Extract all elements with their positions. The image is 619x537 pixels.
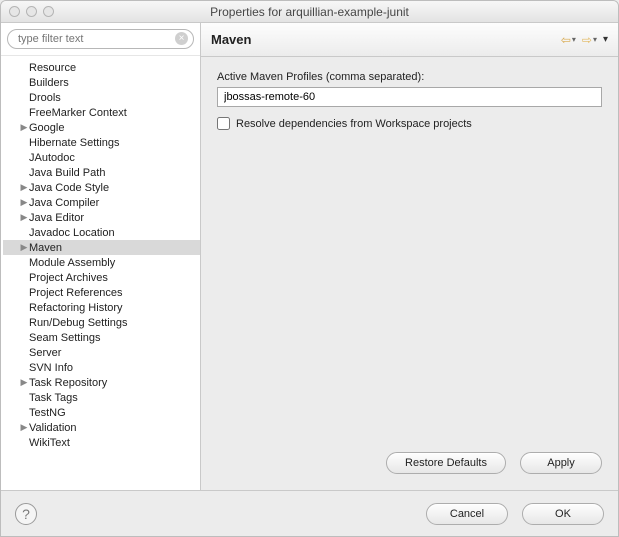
titlebar: Properties for arquillian-example-junit (1, 1, 618, 23)
disclosure-triangle-icon[interactable]: ▶ (19, 422, 29, 433)
tree-item[interactable]: Run/Debug Settings (3, 315, 200, 330)
tree-item-label: Task Repository (29, 377, 107, 389)
window-title: Properties for arquillian-example-junit (1, 5, 618, 19)
tree-item[interactable]: Module Assembly (3, 255, 200, 270)
tree-item-label: Resource (29, 62, 76, 74)
tree-item[interactable]: Project References (3, 285, 200, 300)
tree-item-label: Validation (29, 422, 77, 434)
apply-button[interactable]: Apply (520, 452, 602, 474)
tree-item[interactable]: ▶Task Repository (3, 375, 200, 390)
tree-item[interactable]: ▶Java Code Style (3, 180, 200, 195)
disclosure-triangle-icon[interactable]: ▶ (19, 182, 29, 193)
tree-item[interactable]: Seam Settings (3, 330, 200, 345)
properties-dialog: Properties for arquillian-example-junit … (0, 0, 619, 537)
tree-item-label: JAutodoc (29, 152, 75, 164)
disclosure-triangle-icon[interactable]: ▶ (19, 122, 29, 133)
tree-item[interactable]: ▶Java Editor (3, 210, 200, 225)
view-menu-icon[interactable]: ▾ (603, 34, 608, 45)
tree-item-label: Hibernate Settings (29, 137, 120, 149)
restore-defaults-button[interactable]: Restore Defaults (386, 452, 506, 474)
tree-item-label: Maven (29, 242, 62, 254)
tree-item[interactable]: WikiText (3, 435, 200, 450)
tree-item[interactable]: FreeMarker Context (3, 105, 200, 120)
main-header: Maven ⇦▾ ⇨▾ ▾ (201, 23, 618, 57)
tree-item[interactable]: Resource (3, 60, 200, 75)
tree-item[interactable]: Javadoc Location (3, 225, 200, 240)
forward-icon[interactable]: ⇨▾ (582, 33, 597, 47)
tree-item-label: Project Archives (29, 272, 108, 284)
tree-item[interactable]: Refactoring History (3, 300, 200, 315)
tree-item-label: FreeMarker Context (29, 107, 127, 119)
ok-button[interactable]: OK (522, 503, 604, 525)
tree-item-label: Server (29, 347, 61, 359)
clear-filter-icon[interactable]: × (175, 32, 188, 45)
tree-item[interactable]: JAutodoc (3, 150, 200, 165)
tree-item[interactable]: Hibernate Settings (3, 135, 200, 150)
footer: ? Cancel OK (1, 490, 618, 536)
tree-item[interactable]: TestNG (3, 405, 200, 420)
tree-item-label: Project References (29, 287, 123, 299)
sidebar: × Resource Builders Drools FreeMarker Conte… (1, 23, 201, 490)
profiles-input[interactable] (217, 87, 602, 107)
tree-item-label: Google (29, 122, 64, 134)
tree-item-label: Refactoring History (29, 302, 123, 314)
tree-item[interactable]: Task Tags (3, 390, 200, 405)
filter-input[interactable] (7, 29, 194, 49)
cancel-button[interactable]: Cancel (426, 503, 508, 525)
tree-item-label: Java Build Path (29, 167, 105, 179)
tree-item[interactable]: SVN Info (3, 360, 200, 375)
help-icon[interactable]: ? (15, 503, 37, 525)
tree-item-label: TestNG (29, 407, 66, 419)
tree-item[interactable]: ▶Google (3, 120, 200, 135)
resolve-workspace-row[interactable]: Resolve dependencies from Workspace proj… (217, 117, 602, 130)
tree-item-label: Drools (29, 92, 61, 104)
tree-item[interactable]: Server (3, 345, 200, 360)
main-panel: Maven ⇦▾ ⇨▾ ▾ Active Maven Profiles (com… (201, 23, 618, 490)
category-tree[interactable]: Resource Builders Drools FreeMarker Context… (1, 56, 200, 490)
tree-item-label: Java Editor (29, 212, 84, 224)
disclosure-triangle-icon[interactable]: ▶ (19, 212, 29, 223)
tree-item-label: SVN Info (29, 362, 73, 374)
tree-item[interactable]: Project Archives (3, 270, 200, 285)
tree-item-label: Task Tags (29, 392, 78, 404)
tree-item-label: WikiText (29, 437, 70, 449)
back-icon[interactable]: ⇦▾ (561, 33, 576, 47)
tree-item[interactable]: Java Build Path (3, 165, 200, 180)
tree-item-label: Java Compiler (29, 197, 99, 209)
tree-item-label: Javadoc Location (29, 227, 115, 239)
tree-item[interactable]: Builders (3, 75, 200, 90)
disclosure-triangle-icon[interactable]: ▶ (19, 377, 29, 388)
tree-item-label: Builders (29, 77, 69, 89)
tree-item-label: Module Assembly (29, 257, 115, 269)
tree-item[interactable]: Drools (3, 90, 200, 105)
tree-item-label: Seam Settings (29, 332, 101, 344)
tree-item[interactable]: ▶Maven (3, 240, 200, 255)
profiles-label: Active Maven Profiles (comma separated): (217, 71, 602, 83)
resolve-workspace-checkbox[interactable] (217, 117, 230, 130)
tree-item-label: Run/Debug Settings (29, 317, 127, 329)
tree-item[interactable]: ▶Validation (3, 420, 200, 435)
tree-item[interactable]: ▶Java Compiler (3, 195, 200, 210)
tree-item-label: Java Code Style (29, 182, 109, 194)
disclosure-triangle-icon[interactable]: ▶ (19, 197, 29, 208)
page-title: Maven (211, 32, 561, 47)
resolve-workspace-label: Resolve dependencies from Workspace proj… (236, 118, 472, 130)
disclosure-triangle-icon[interactable]: ▶ (19, 242, 29, 253)
